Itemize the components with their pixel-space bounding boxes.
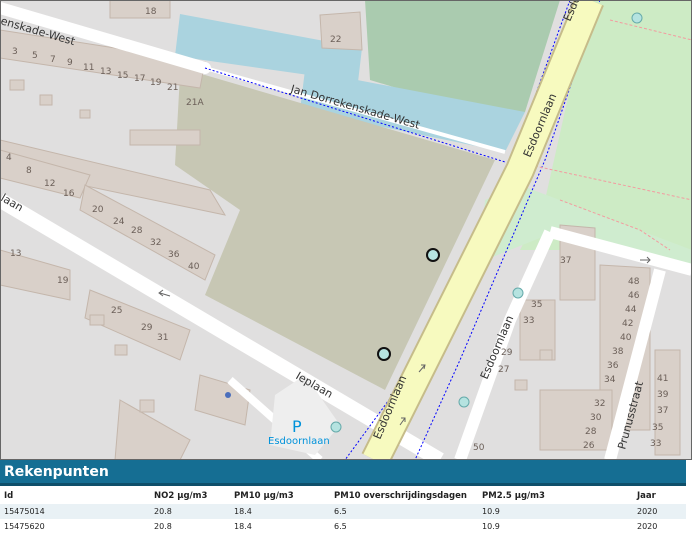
svg-text:35: 35: [531, 300, 542, 310]
svg-text:31: 31: [157, 333, 168, 343]
svg-text:12: 12: [44, 179, 55, 189]
table-row[interactable]: 15475620 20.8 18.4 6.5 10.9 2020: [0, 519, 686, 534]
svg-text:25: 25: [111, 306, 122, 316]
svg-text:36: 36: [607, 361, 619, 371]
svg-text:26: 26: [583, 441, 595, 451]
svg-text:39: 39: [657, 390, 669, 400]
column-header[interactable]: Id: [0, 488, 150, 504]
svg-text:9: 9: [67, 58, 73, 68]
table-cell: 15475014: [0, 504, 150, 519]
svg-text:5: 5: [32, 51, 38, 61]
svg-text:41: 41: [657, 374, 668, 384]
svg-text:13: 13: [10, 249, 21, 259]
svg-text:22: 22: [330, 35, 341, 45]
table-row[interactable]: 15475014 20.8 18.4 6.5 10.9 2020: [0, 504, 686, 519]
table-cell: 2020: [637, 522, 658, 531]
svg-text:15: 15: [117, 71, 128, 81]
svg-text:40: 40: [620, 333, 632, 343]
svg-text:35: 35: [652, 423, 663, 433]
svg-text:30: 30: [590, 413, 602, 423]
svg-text:4: 4: [6, 153, 12, 163]
table-cell: 18.4: [230, 504, 330, 519]
svg-text:37: 37: [657, 406, 668, 416]
svg-text:48: 48: [628, 277, 640, 287]
table-cell: 6.5: [330, 504, 478, 519]
svg-text:27: 27: [498, 365, 509, 375]
panel-title: Rekenpunten: [0, 460, 686, 486]
svg-text:36: 36: [168, 250, 180, 260]
svg-text:21A: 21A: [186, 98, 204, 108]
svg-text:3: 3: [12, 47, 18, 57]
svg-text:32: 32: [594, 399, 605, 409]
svg-text:21: 21: [167, 83, 178, 93]
rekenpunt-marker[interactable]: [377, 347, 391, 361]
svg-text:11: 11: [83, 63, 94, 73]
table-cell: 6.5: [334, 522, 347, 531]
svg-text:37: 37: [560, 256, 571, 266]
column-header[interactable]: PM10 overschrijdingsdagen: [330, 488, 478, 504]
column-header[interactable]: PM2.5 µg/m3: [478, 488, 633, 504]
svg-text:28: 28: [131, 226, 143, 236]
column-header[interactable]: PM10 µg/m3: [230, 488, 330, 504]
rekenpunt-marker[interactable]: [426, 248, 440, 262]
svg-text:32: 32: [150, 238, 161, 248]
rekenpunt-marker[interactable]: [330, 421, 342, 433]
rekenpunt-marker[interactable]: [512, 287, 524, 299]
svg-text:50: 50: [473, 443, 485, 453]
svg-text:40: 40: [188, 262, 200, 272]
table-cell: 20.8: [154, 522, 172, 531]
rekenpunt-marker[interactable]: [631, 12, 643, 24]
svg-text:38: 38: [612, 347, 624, 357]
map-canvas[interactable]: enskade-West Jan Dorrekenskade-West Esdo…: [0, 0, 692, 460]
svg-text:44: 44: [625, 305, 637, 315]
rekenpunt-marker[interactable]: [458, 396, 470, 408]
svg-text:33: 33: [523, 316, 534, 326]
svg-text:19: 19: [150, 78, 162, 88]
table-cell: 10.9: [478, 504, 633, 519]
svg-text:16: 16: [63, 189, 75, 199]
parking-icon[interactable]: P: [292, 417, 302, 436]
table-cell: 15475620: [4, 522, 45, 531]
table-cell: 10.9: [482, 522, 500, 531]
rekenpunten-table: Id NO2 µg/m3 PM10 µg/m3 PM10 overschrijd…: [0, 488, 686, 534]
map-view[interactable]: enskade-West Jan Dorrekenskade-West Esdo…: [0, 0, 692, 460]
svg-text:13: 13: [100, 67, 111, 77]
svg-text:18: 18: [145, 7, 157, 17]
table-cell: 20.8: [150, 504, 230, 519]
svg-text:20: 20: [92, 205, 104, 215]
svg-text:34: 34: [604, 375, 616, 385]
rekenpunten-panel: Rekenpunten Id NO2 µg/m3 PM10 µg/m3 PM10…: [0, 460, 692, 542]
parking-label: Esdoornlaan: [268, 436, 330, 447]
svg-text:24: 24: [113, 217, 125, 227]
table-header-row: Id NO2 µg/m3 PM10 µg/m3 PM10 overschrijd…: [0, 488, 686, 504]
svg-text:7: 7: [50, 55, 56, 65]
svg-text:8: 8: [26, 166, 32, 176]
poi-dot[interactable]: [225, 392, 231, 398]
svg-text:29: 29: [501, 348, 513, 358]
column-header[interactable]: NO2 µg/m3: [150, 488, 230, 504]
svg-text:28: 28: [585, 427, 597, 437]
table-cell: 2020: [633, 504, 686, 519]
svg-text:33: 33: [650, 439, 661, 449]
column-header[interactable]: Jaar: [633, 488, 686, 504]
svg-text:46: 46: [628, 291, 640, 301]
svg-text:19: 19: [57, 276, 69, 286]
svg-text:42: 42: [622, 319, 633, 329]
svg-text:17: 17: [134, 74, 145, 84]
table-cell: 18.4: [234, 522, 252, 531]
svg-text:29: 29: [141, 323, 153, 333]
